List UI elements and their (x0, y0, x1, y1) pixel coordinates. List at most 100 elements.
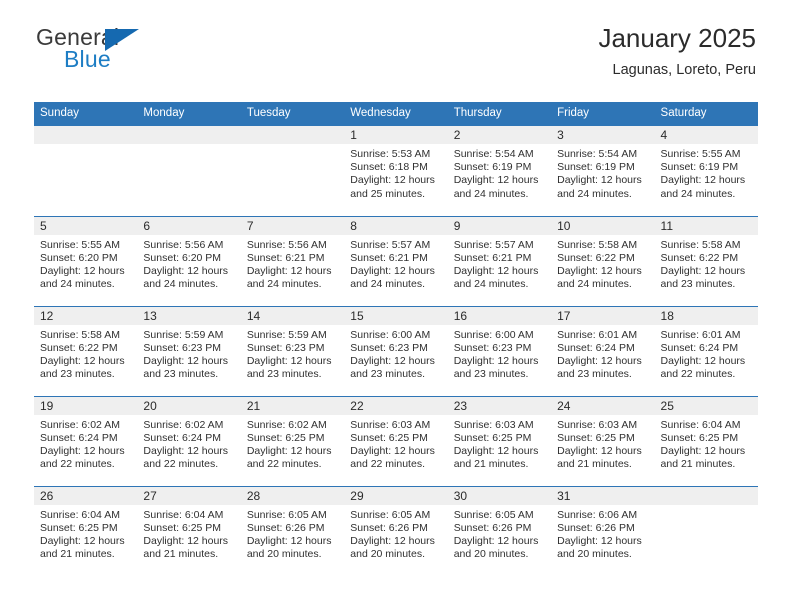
calendar-day-cell[interactable]: 30 Sunrise: 6:05 AM Sunset: 6:26 PM Dayligh… (447, 485, 552, 576)
day-number: 31 (551, 486, 655, 505)
sunrise-text: Sunrise: 5:56 AM (246, 238, 327, 251)
daylight-text-line1: Daylight: 12 hours (40, 534, 125, 547)
sunrise-text: Sunrise: 6:04 AM (143, 508, 224, 521)
day-number: 4 (654, 126, 758, 144)
calendar-day-cell[interactable]: 15 Sunrise: 6:00 AM Sunset: 6:23 PM Dayligh… (344, 305, 448, 396)
calendar-day-cell[interactable]: 19 Sunrise: 6:02 AM Sunset: 6:24 PM Dayligh… (34, 395, 138, 486)
sunset-text: Sunset: 6:24 PM (40, 431, 118, 444)
sunrise-text: Sunrise: 5:55 AM (40, 238, 120, 251)
day-details: Sunrise: 5:53 AM Sunset: 6:18 PM Daylight:… (344, 144, 447, 201)
calendar-day-cell[interactable]: 16 Sunrise: 6:00 AM Sunset: 6:23 PM Dayligh… (447, 305, 552, 396)
calendar-day-cell[interactable]: 18 Sunrise: 6:01 AM Sunset: 6:24 PM Dayligh… (654, 305, 758, 396)
sunset-text: Sunset: 6:21 PM (350, 251, 428, 264)
day-details: Sunrise: 6:05 AM Sunset: 6:26 PM Daylight:… (344, 505, 447, 562)
sunset-text: Sunset: 6:20 PM (40, 251, 118, 264)
calendar-day-cell[interactable]: 11 Sunrise: 5:58 AM Sunset: 6:22 PM Dayligh… (654, 215, 758, 306)
weekday-header-sunday: Sunday (34, 102, 138, 126)
daylight-text-line2: and 21 minutes. (143, 548, 219, 561)
calendar-day-cell[interactable]: 31 Sunrise: 6:06 AM Sunset: 6:26 PM Dayligh… (551, 485, 655, 576)
day-number: 24 (551, 396, 655, 415)
day-details: Sunrise: 6:04 AM Sunset: 6:25 PM Daylight:… (137, 505, 240, 562)
daylight-text-line2: and 23 minutes. (246, 368, 322, 381)
daylight-text-line1: Daylight: 12 hours (40, 444, 125, 457)
sunset-text: Sunset: 6:25 PM (143, 521, 222, 534)
sunset-text: Sunset: 6:22 PM (40, 341, 118, 354)
day-number: 23 (447, 396, 552, 415)
sunset-text: Sunset: 6:19 PM (660, 161, 739, 174)
day-details: Sunrise: 6:01 AM Sunset: 6:24 PM Daylight:… (655, 325, 758, 382)
sunset-text: Sunset: 6:23 PM (350, 341, 428, 354)
daylight-text-line2: and 20 minutes. (350, 548, 425, 561)
day-details: Sunrise: 6:02 AM Sunset: 6:25 PM Daylight:… (241, 415, 344, 472)
weekday-header-saturday: Saturday (654, 102, 758, 126)
calendar-day-cell[interactable]: 6 Sunrise: 5:56 AM Sunset: 6:20 PM Daylight… (137, 215, 241, 306)
calendar-day-cell[interactable]: 21 Sunrise: 6:02 AM Sunset: 6:25 PM Dayligh… (240, 395, 345, 486)
calendar-day-cell[interactable]: 26 Sunrise: 6:04 AM Sunset: 6:25 PM Dayligh… (34, 485, 138, 576)
daylight-text-line1: Daylight: 12 hours (453, 354, 539, 367)
sunrise-text: Sunrise: 6:02 AM (246, 418, 327, 431)
calendar-day-cell[interactable]: 25 Sunrise: 6:04 AM Sunset: 6:25 PM Dayligh… (654, 395, 758, 486)
day-number: 11 (654, 216, 758, 235)
sunrise-text: Sunrise: 6:04 AM (660, 418, 741, 431)
calendar-day-cell[interactable]: 28 Sunrise: 6:05 AM Sunset: 6:26 PM Dayligh… (240, 485, 345, 576)
day-number: 19 (34, 396, 138, 415)
calendar-day-cell[interactable]: 22 Sunrise: 6:03 AM Sunset: 6:25 PM Dayligh… (344, 395, 448, 486)
calendar-day-cell[interactable]: 10 Sunrise: 5:58 AM Sunset: 6:22 PM Dayligh… (551, 215, 655, 306)
calendar-day-cell[interactable]: 4 Sunrise: 5:55 AM Sunset: 6:19 PM Daylight… (654, 126, 758, 216)
daylight-text-line1: Daylight: 12 hours (350, 354, 435, 367)
calendar-day-cell[interactable]: 23 Sunrise: 6:03 AM Sunset: 6:25 PM Dayligh… (447, 395, 552, 486)
calendar-day-cell[interactable]: 8 Sunrise: 5:57 AM Sunset: 6:21 PM Daylight… (344, 215, 448, 306)
calendar-header-row: Sunday Monday Tuesday Wednesday Thursday… (34, 102, 758, 126)
daylight-text-line2: and 23 minutes. (660, 278, 736, 291)
calendar-day-cell[interactable]: 27 Sunrise: 6:04 AM Sunset: 6:25 PM Dayligh… (137, 485, 241, 576)
sunset-text: Sunset: 6:19 PM (557, 161, 635, 174)
calendar-day-cell[interactable]: 12 Sunrise: 5:58 AM Sunset: 6:22 PM Dayligh… (34, 305, 138, 396)
calendar-day-cell[interactable]: 29 Sunrise: 6:05 AM Sunset: 6:26 PM Dayligh… (344, 485, 448, 576)
sunrise-text: Sunrise: 5:59 AM (246, 328, 327, 341)
daylight-text-line1: Daylight: 12 hours (660, 444, 746, 457)
daylight-text-line1: Daylight: 12 hours (40, 264, 125, 277)
daylight-text-line2: and 23 minutes. (557, 368, 632, 381)
calendar-day-cell[interactable]: 2 Sunrise: 5:54 AM Sunset: 6:19 PM Daylight… (447, 126, 552, 216)
sunset-text: Sunset: 6:26 PM (453, 521, 532, 534)
day-details: Sunrise: 6:03 AM Sunset: 6:25 PM Daylight:… (448, 415, 551, 472)
day-details: Sunrise: 5:55 AM Sunset: 6:20 PM Daylight:… (34, 235, 137, 292)
page-subtitle: Lagunas, Loreto, Peru (612, 62, 757, 78)
sunset-text: Sunset: 6:23 PM (143, 341, 222, 354)
calendar-day-cell[interactable]: 14 Sunrise: 5:59 AM Sunset: 6:23 PM Dayligh… (240, 305, 345, 396)
sunrise-text: Sunrise: 6:03 AM (557, 418, 638, 431)
day-details: Sunrise: 6:03 AM Sunset: 6:25 PM Daylight:… (551, 415, 654, 472)
calendar-day-cell[interactable]: 1 Sunrise: 5:53 AM Sunset: 6:18 PM Daylight… (344, 126, 448, 216)
daylight-text-line1: Daylight: 12 hours (557, 534, 642, 547)
daylight-text-line1: Daylight: 12 hours (143, 534, 229, 547)
calendar-day-cell[interactable]: 7 Sunrise: 5:56 AM Sunset: 6:21 PM Daylight… (240, 215, 345, 306)
sunset-text: Sunset: 6:26 PM (246, 521, 325, 534)
sunrise-text: Sunrise: 5:54 AM (557, 148, 638, 160)
general-blue-logo[interactable]: General Blue (36, 26, 236, 76)
daylight-text-line2: and 24 minutes. (40, 278, 115, 291)
daylight-text-line2: and 22 minutes. (350, 458, 425, 471)
weekday-header-tuesday: Tuesday (240, 102, 345, 126)
day-details: Sunrise: 6:04 AM Sunset: 6:25 PM Daylight:… (34, 505, 137, 562)
day-details: Sunrise: 5:56 AM Sunset: 6:20 PM Daylight:… (137, 235, 240, 292)
daylight-text-line1: Daylight: 12 hours (350, 444, 435, 457)
calendar-day-cell[interactable]: 5 Sunrise: 5:55 AM Sunset: 6:20 PM Daylight… (34, 215, 138, 306)
sunrise-text: Sunrise: 6:00 AM (453, 328, 534, 341)
daylight-text-line1: Daylight: 12 hours (557, 174, 642, 187)
calendar-week-row: 26 Sunrise: 6:04 AM Sunset: 6:25 PM Dayligh… (34, 485, 758, 576)
sunset-text: Sunset: 6:24 PM (660, 341, 739, 354)
calendar-day-cell[interactable]: 9 Sunrise: 5:57 AM Sunset: 6:21 PM Daylight… (447, 215, 552, 306)
calendar-day-cell[interactable]: 24 Sunrise: 6:03 AM Sunset: 6:25 PM Dayligh… (551, 395, 655, 486)
sunrise-text: Sunrise: 5:56 AM (143, 238, 224, 251)
calendar-week-row: 12 Sunrise: 5:58 AM Sunset: 6:22 PM Dayligh… (34, 305, 758, 396)
calendar-day-cell[interactable]: 3 Sunrise: 5:54 AM Sunset: 6:19 PM Daylight… (551, 126, 655, 216)
day-details: Sunrise: 5:58 AM Sunset: 6:22 PM Daylight:… (34, 325, 137, 382)
calendar-page: General Blue January 2025 Lagunas, Loret… (0, 0, 792, 612)
calendar-day-cell[interactable]: 13 Sunrise: 5:59 AM Sunset: 6:23 PM Dayligh… (137, 305, 241, 396)
daylight-text-line2: and 23 minutes. (350, 368, 425, 381)
calendar-day-cell[interactable]: 17 Sunrise: 6:01 AM Sunset: 6:24 PM Dayligh… (551, 305, 655, 396)
daylight-text-line1: Daylight: 12 hours (143, 444, 229, 457)
day-number: 5 (34, 216, 138, 235)
calendar-day-cell[interactable]: 20 Sunrise: 6:02 AM Sunset: 6:24 PM Dayligh… (137, 395, 241, 486)
weekday-header-friday: Friday (551, 102, 655, 126)
